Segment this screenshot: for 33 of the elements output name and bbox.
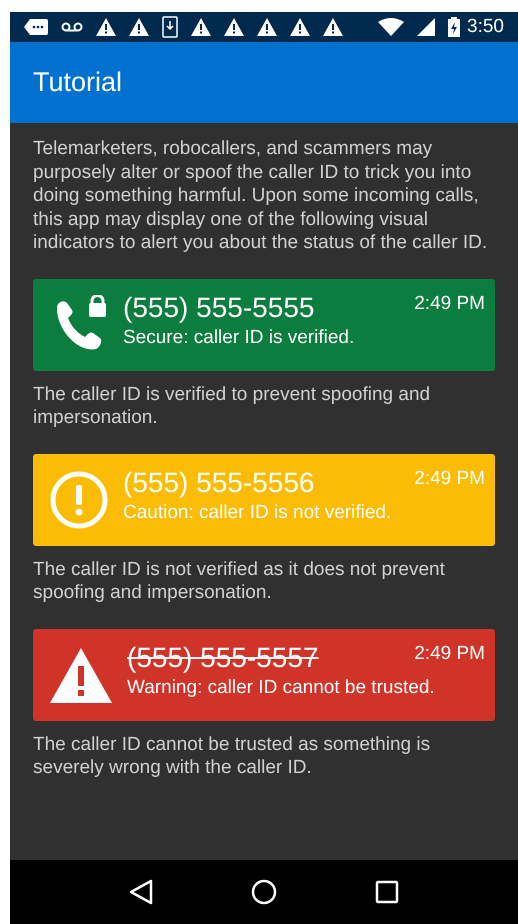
warning-icon bbox=[290, 18, 310, 36]
warning-icon bbox=[323, 18, 343, 36]
warning-icon bbox=[257, 18, 277, 36]
warning-icon bbox=[224, 18, 244, 36]
exclamation-circle-icon bbox=[49, 470, 109, 530]
intro-text: Telemarketers, robocallers, and scammers may purposely alter or spoof the caller ID to trick you into doing something harmful. Upon some incoming calls, this app may display one of the following visual indicators to alert you about the status of the caller ID. bbox=[33, 137, 488, 254]
status-text: Warning: caller ID cannot be trusted. bbox=[127, 676, 436, 700]
phone-number: (555) 555-5556 bbox=[123, 466, 314, 500]
home-icon[interactable] bbox=[251, 879, 277, 905]
battery-icon bbox=[448, 17, 460, 37]
status-text: Caution: caller ID is not verified. bbox=[123, 500, 392, 524]
status-time: 3:50 bbox=[467, 14, 504, 39]
warning-icon bbox=[49, 646, 113, 704]
warning-icon bbox=[96, 18, 116, 36]
call-time: 2:49 PM bbox=[414, 292, 485, 316]
recents-icon[interactable] bbox=[375, 880, 399, 904]
phone-number: (555) 555-5555 bbox=[123, 290, 314, 324]
download-icon bbox=[162, 16, 178, 38]
warning-icon bbox=[129, 18, 149, 36]
message-icon bbox=[24, 19, 48, 35]
call-time: 2:49 PM bbox=[414, 466, 485, 490]
phone-number: (555) 555-5557 bbox=[127, 640, 318, 674]
status-text: Secure: caller ID is verified. bbox=[123, 326, 356, 350]
back-icon[interactable] bbox=[129, 879, 153, 905]
wifi-icon bbox=[378, 18, 404, 36]
voicemail-icon bbox=[61, 22, 83, 32]
description-text: The caller ID cannot be trusted as something is severely wrong with the caller ID. bbox=[33, 732, 432, 780]
description-text: The caller ID is not verified as it does not prevent spoofing and impersonation. bbox=[33, 558, 446, 604]
call-time: 2:49 PM bbox=[414, 642, 485, 666]
app-title: Tutorial bbox=[33, 66, 122, 100]
warning-icon bbox=[191, 18, 211, 36]
signal-icon bbox=[417, 18, 436, 36]
description-text: The caller ID is verified to prevent spoofing and impersonation. bbox=[33, 382, 432, 430]
